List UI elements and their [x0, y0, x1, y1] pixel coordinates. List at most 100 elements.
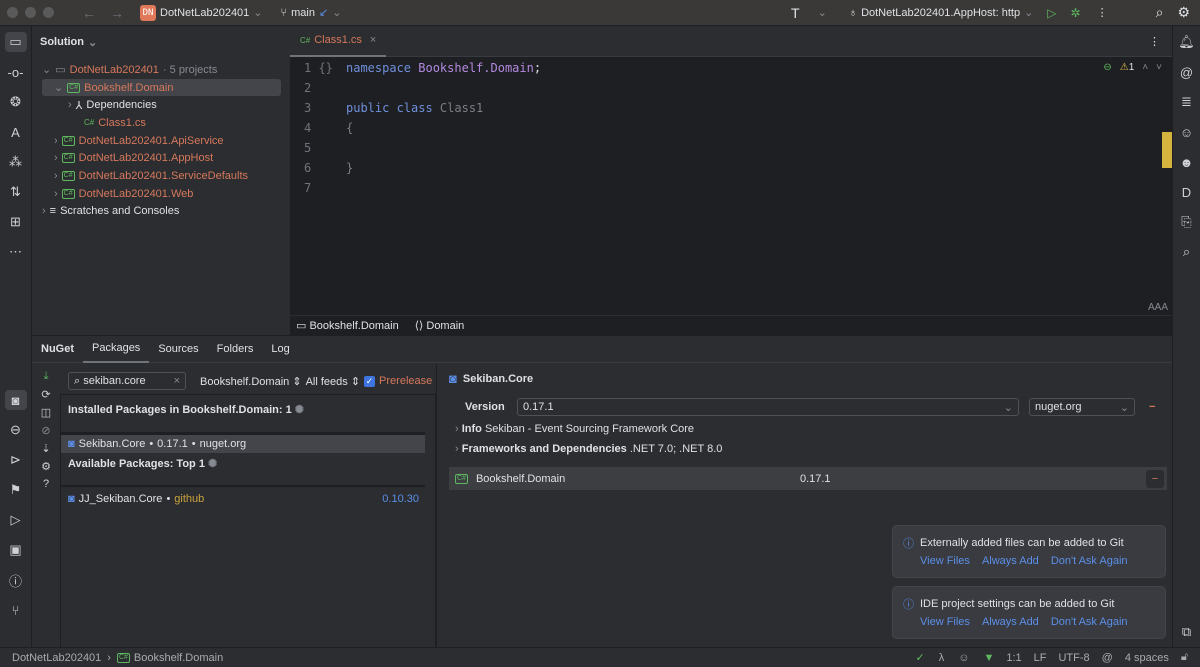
tree-item-web[interactable]: › C# DotNetLab202401.Web	[42, 185, 290, 203]
view-files-link[interactable]: View Files	[920, 555, 970, 567]
clear-icon[interactable]: ×	[174, 375, 180, 387]
status-crumb[interactable]: Bookshelf.Domain	[134, 652, 223, 664]
search-everywhere-icon[interactable]: ⧉	[1176, 622, 1198, 642]
remove-button[interactable]: −	[1146, 469, 1164, 488]
more-icon[interactable]: ⋯	[5, 242, 27, 262]
tree-item-bookshelf-domain[interactable]: ⌄ C# Bookshelf.Domain	[42, 78, 281, 97]
branch-selector[interactable]: ⑂ main ↙ ⌄	[281, 6, 342, 20]
tab-folders[interactable]: Folders	[208, 336, 263, 363]
dont-ask-again-link[interactable]: Don't Ask Again	[1051, 616, 1128, 628]
services-icon[interactable]: ⊖	[5, 420, 27, 440]
tree-item-servicedefaults[interactable]: › C# DotNetLab202401.ServiceDefaults	[42, 167, 290, 185]
status-crumb[interactable]: DotNetLab202401	[12, 652, 101, 664]
commit-icon[interactable]: -o-	[5, 62, 27, 82]
code-area[interactable]: namespace Bookshelf.Domain; public class …	[346, 58, 541, 198]
tab-sources[interactable]: Sources	[149, 336, 207, 363]
endpoints-icon[interactable]: ⊳	[5, 450, 27, 470]
available-package-row[interactable]: ◙ JJ_Sekiban.Core • github 0.10.30	[61, 487, 419, 511]
project-row[interactable]: C# Bookshelf.Domain 0.17.1 −	[449, 467, 1167, 490]
sort-icon[interactable]: ⇣	[41, 442, 50, 455]
tree-root[interactable]: ⌄ ▭ DotNetLab202401 · 5 projects	[42, 61, 290, 79]
notifications-icon[interactable]: 🔔︎	[1176, 32, 1198, 52]
always-add-link[interactable]: Always Add	[982, 616, 1039, 628]
close-icon[interactable]: ×	[370, 34, 376, 46]
previous-icon[interactable]: ˄	[1142, 62, 1148, 73]
cursor-position[interactable]: 1:1	[1006, 652, 1021, 664]
feed-filter[interactable]: All feeds ⇕	[306, 375, 360, 388]
search-input[interactable]: ⌕ sekiban.core ×	[68, 372, 186, 390]
line-separator[interactable]: LF	[1034, 652, 1047, 664]
terminal-icon[interactable]: ▣	[5, 540, 27, 560]
dotpeek-icon[interactable]: D	[1176, 182, 1198, 202]
settings-icon[interactable]: ⚙	[41, 460, 51, 473]
scrollbar-marker[interactable]	[1162, 132, 1172, 168]
tree-item-apiservice[interactable]: › C# DotNetLab202401.ApiService	[42, 132, 290, 150]
ai-icon[interactable]: λ	[939, 652, 945, 664]
more-icon[interactable]: ⋮	[1097, 6, 1108, 19]
source-select[interactable]: nuget.org ⌄	[1029, 398, 1135, 416]
inspection-icon[interactable]: ⎘	[1176, 212, 1198, 232]
tree-item-apphost[interactable]: › C# DotNetLab202401.AppHost	[42, 149, 290, 167]
plugins-icon[interactable]: ⊞	[5, 212, 27, 232]
unit-tests-icon[interactable]: ⚑	[5, 480, 27, 500]
structure-icon[interactable]: ⁂	[5, 152, 27, 172]
tab-log[interactable]: Log	[262, 336, 298, 363]
search-icon[interactable]: ⌕	[1156, 4, 1164, 21]
help-icon[interactable]: ?	[43, 478, 49, 490]
copilot-icon[interactable]: ☺	[1176, 122, 1198, 142]
project-selector[interactable]: DN DotNetLab202401 ⌄	[140, 4, 263, 21]
next-icon[interactable]: ˅	[1156, 62, 1162, 73]
project-filter[interactable]: Bookshelf.Domain ⇕	[200, 375, 302, 388]
run-icon[interactable]: ▷	[1047, 6, 1056, 20]
problems-icon[interactable]: ⓘ	[5, 570, 27, 590]
run-tool-icon[interactable]: ▷	[5, 510, 27, 530]
frameworks-row[interactable]: › Frameworks and Dependencies .NET 7.0; …	[455, 443, 722, 455]
vue-icon[interactable]: ▼	[983, 652, 994, 664]
tree-item-dependencies[interactable]: › ⅄ Dependencies	[42, 96, 290, 114]
prerelease-checkbox[interactable]: ✓ Prerelease	[364, 375, 432, 387]
download-icon[interactable]: ⤓	[44, 370, 49, 383]
refresh-icon[interactable]: ⟳	[41, 388, 50, 401]
maximize-window-button[interactable]	[43, 7, 54, 18]
solution-header[interactable]: Solution ⌄	[32, 26, 290, 58]
indent[interactable]: 4 spaces	[1125, 652, 1169, 664]
installed-package-row[interactable]: ◙ Sekiban.Core • 0.17.1 • nuget.org	[61, 435, 425, 453]
breadcrumb-item[interactable]: ▭ Bookshelf.Domain	[296, 319, 399, 332]
inspection-widget[interactable]: ⊖ ⚠1 ˄ ˅	[1103, 62, 1162, 73]
azure-icon[interactable]: A	[5, 122, 27, 142]
settings-icon[interactable]: ⚙	[1177, 4, 1190, 21]
ai-assistant-icon[interactable]: @	[1176, 62, 1198, 82]
debug-icon[interactable]: ✲	[1071, 6, 1081, 20]
forward-icon[interactable]: →	[110, 5, 124, 21]
database-icon[interactable]: ≣	[1176, 92, 1198, 112]
nuget-tool-icon[interactable]: ◙	[4, 390, 27, 410]
git-icon[interactable]: ⑂	[5, 600, 27, 620]
copilot-chat-icon[interactable]: ☻	[1176, 152, 1198, 172]
encoding[interactable]: UTF-8	[1058, 652, 1089, 664]
breadcrumb-item[interactable]: ⟨⟩ Domain	[415, 319, 465, 332]
info-row[interactable]: › Info Sekiban - Event Sourcing Framewor…	[455, 423, 694, 435]
back-icon[interactable]: ←	[82, 5, 96, 21]
minimize-window-button[interactable]	[25, 7, 36, 18]
tab-class1[interactable]: C# Class1.cs ×	[290, 26, 387, 57]
tree-item-class1[interactable]: C# Class1.cs	[42, 114, 290, 132]
dont-ask-again-link[interactable]: Don't Ask Again	[1051, 555, 1128, 567]
reader-mode-icon[interactable]: AAA	[1148, 302, 1168, 313]
find-icon[interactable]: ⌕	[1176, 242, 1198, 262]
tab-packages[interactable]: Packages	[83, 336, 150, 363]
more-icon[interactable]: ⋮	[1149, 35, 1160, 48]
run-config-selector[interactable]: ♁ DotNetLab202401.AppHost: http ⌄	[849, 6, 1033, 20]
copilot-icon[interactable]: ☺	[958, 652, 969, 664]
layout-icon[interactable]: ◫	[41, 406, 51, 419]
lock-icon[interactable]: 🔓︎	[1181, 651, 1188, 664]
pull-request-icon[interactable]: ⇅	[5, 182, 27, 202]
ai-assistant-icon[interactable]: @	[1102, 652, 1113, 664]
version-select[interactable]: 0.17.1 ⌄	[517, 398, 1019, 416]
chevron-down-icon[interactable]: ⌄	[818, 6, 827, 19]
close-window-button[interactable]	[7, 7, 18, 18]
check-icon[interactable]: ✓	[916, 651, 925, 664]
always-add-link[interactable]: Always Add	[982, 555, 1039, 567]
open-icon[interactable]: ⊘	[41, 424, 50, 437]
build-icon[interactable]: T	[791, 5, 800, 21]
uninstall-icon[interactable]: −	[1149, 401, 1155, 413]
